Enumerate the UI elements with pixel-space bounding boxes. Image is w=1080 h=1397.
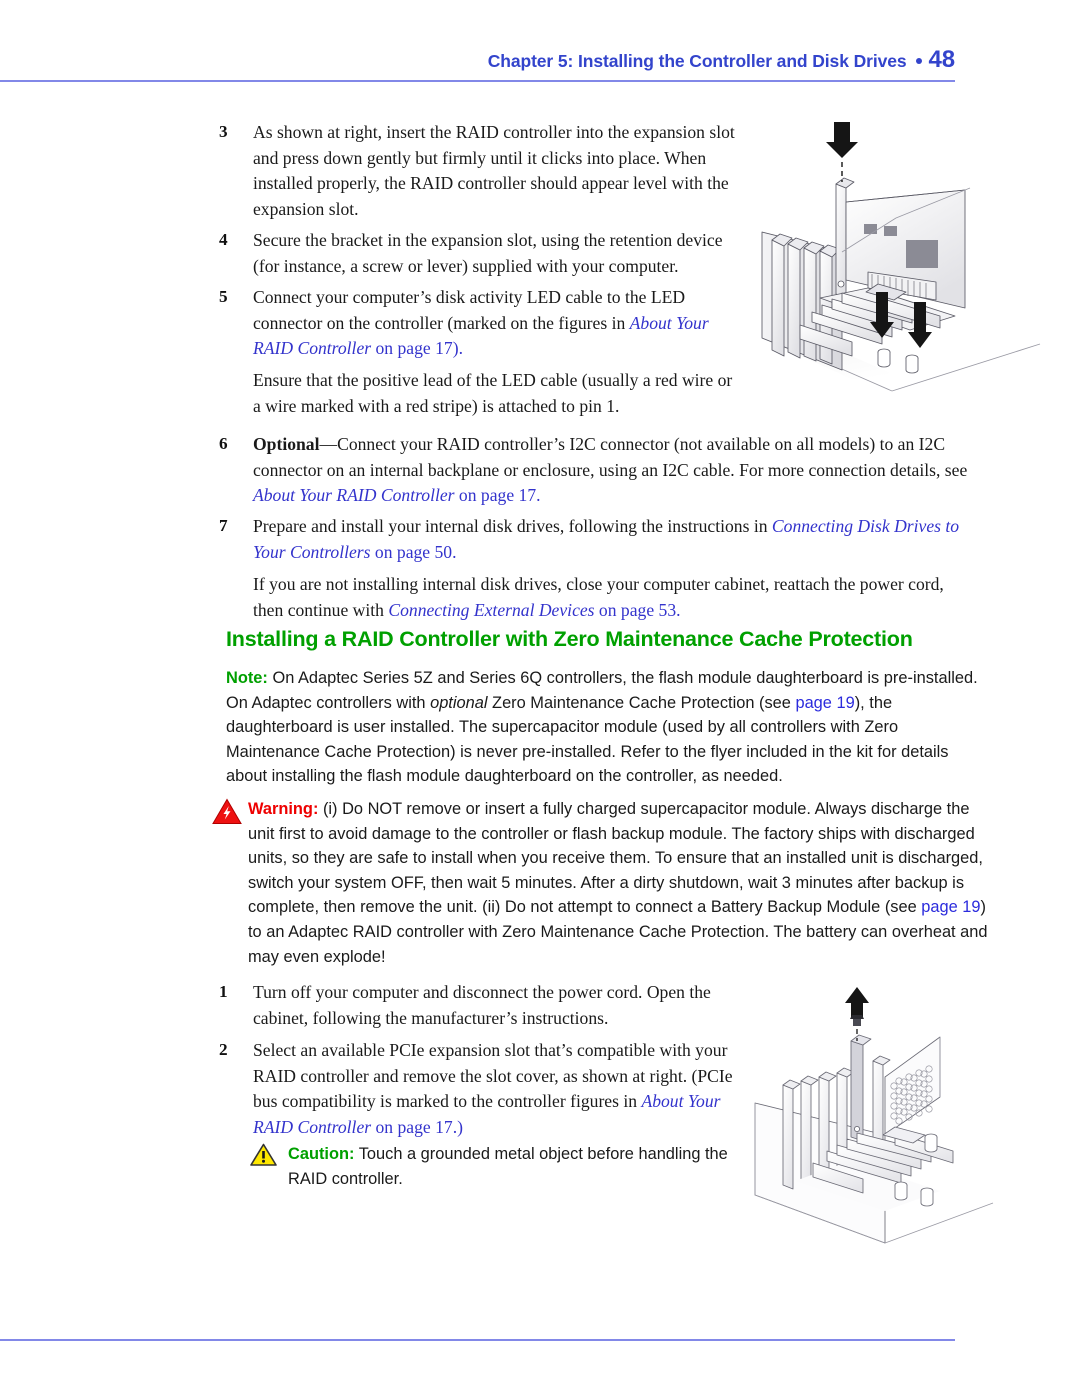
caution-triangle-exclamation-icon xyxy=(250,1143,277,1166)
step-2-text-after: on page 17.) xyxy=(371,1116,463,1137)
step-7-text-before: Prepare and install your internal disk d… xyxy=(253,516,772,536)
step-7-text-after: on page 50. xyxy=(370,541,457,562)
page-header: Chapter 5: Installing the Controller and… xyxy=(0,46,955,74)
step-text-7: Prepare and install your internal disk d… xyxy=(253,514,978,565)
header-bullet-icon xyxy=(915,57,922,64)
step-number-1: 1 xyxy=(219,982,228,1001)
step-5-text-before: Connect your computer’s disk activity LE… xyxy=(253,287,686,333)
step-number-6: 6 xyxy=(219,434,228,453)
cabinet-text-after: on page 53. xyxy=(594,599,681,620)
step-text-1: Turn off your computer and disconnect th… xyxy=(253,982,711,1028)
link-about-your-raid-controller-2[interactable]: About Your RAID Controller xyxy=(253,485,455,505)
header-chapter-title: Chapter 5: Installing the Controller and… xyxy=(487,51,907,71)
link-page-19-warning[interactable]: page 19 xyxy=(921,898,980,916)
step-text-6: Optional—Connect your RAID controller’s … xyxy=(253,432,973,509)
step-6-text-before: —Connect your RAID controller’s I2C conn… xyxy=(253,434,968,480)
step-text-2: Select an available PCIe expansion slot … xyxy=(253,1038,745,1140)
caution-label: Caution: xyxy=(288,1145,355,1163)
step-number-2: 2 xyxy=(219,1040,228,1059)
header-rule xyxy=(0,80,955,82)
link-connecting-external-devices[interactable]: Connecting External Devices xyxy=(388,600,594,620)
note-part2: Zero Maintenance Cache Protection (see xyxy=(487,693,796,712)
caution-block: Caution: Touch a grounded metal object b… xyxy=(288,1142,743,1191)
header-page-number: 48 xyxy=(928,46,956,73)
step-number-3: 3 xyxy=(219,122,228,141)
paragraph-close-cabinet: If you are not installing internal disk … xyxy=(253,572,968,623)
warning-part1: (i) Do NOT remove or insert a fully char… xyxy=(248,800,983,917)
paragraph-led-polarity: Ensure that the positive lead of the LED… xyxy=(253,370,733,416)
slot-cover-removal-diagram xyxy=(754,987,994,1244)
caution-text: Touch a grounded metal object before han… xyxy=(288,1145,728,1188)
step-text-3: As shown at right, insert the RAID contr… xyxy=(253,122,735,219)
note-optional-italic: optional xyxy=(430,693,488,712)
step-number-4: 4 xyxy=(219,230,228,249)
warning-label: Warning: xyxy=(248,800,319,818)
link-page-19-note[interactable]: page 19 xyxy=(795,694,854,712)
document-page: Chapter 5: Installing the Controller and… xyxy=(0,0,1080,1397)
section-heading: Installing a RAID Controller with Zero M… xyxy=(226,627,913,651)
footer-rule xyxy=(0,1339,955,1341)
raid-controller-insertion-diagram xyxy=(761,122,1041,392)
step-number-7: 7 xyxy=(219,516,228,535)
warning-block: Warning: (i) Do NOT remove or insert a f… xyxy=(248,797,993,969)
step-6-lead-label: Optional xyxy=(253,434,320,454)
step-5-text-after: on page 17). xyxy=(371,338,463,358)
note-block: Note: On Adaptec Series 5Z and Series 6Q… xyxy=(226,666,993,789)
warning-triangle-bolt-icon xyxy=(212,798,242,824)
note-label: Note: xyxy=(226,669,268,687)
step-6-text-after: on page 17. xyxy=(454,485,541,505)
step-text-5: Connect your computer’s disk activity LE… xyxy=(253,285,733,362)
step-text-4: Secure the bracket in the expansion slot… xyxy=(253,230,723,276)
step-number-5: 5 xyxy=(219,287,228,306)
